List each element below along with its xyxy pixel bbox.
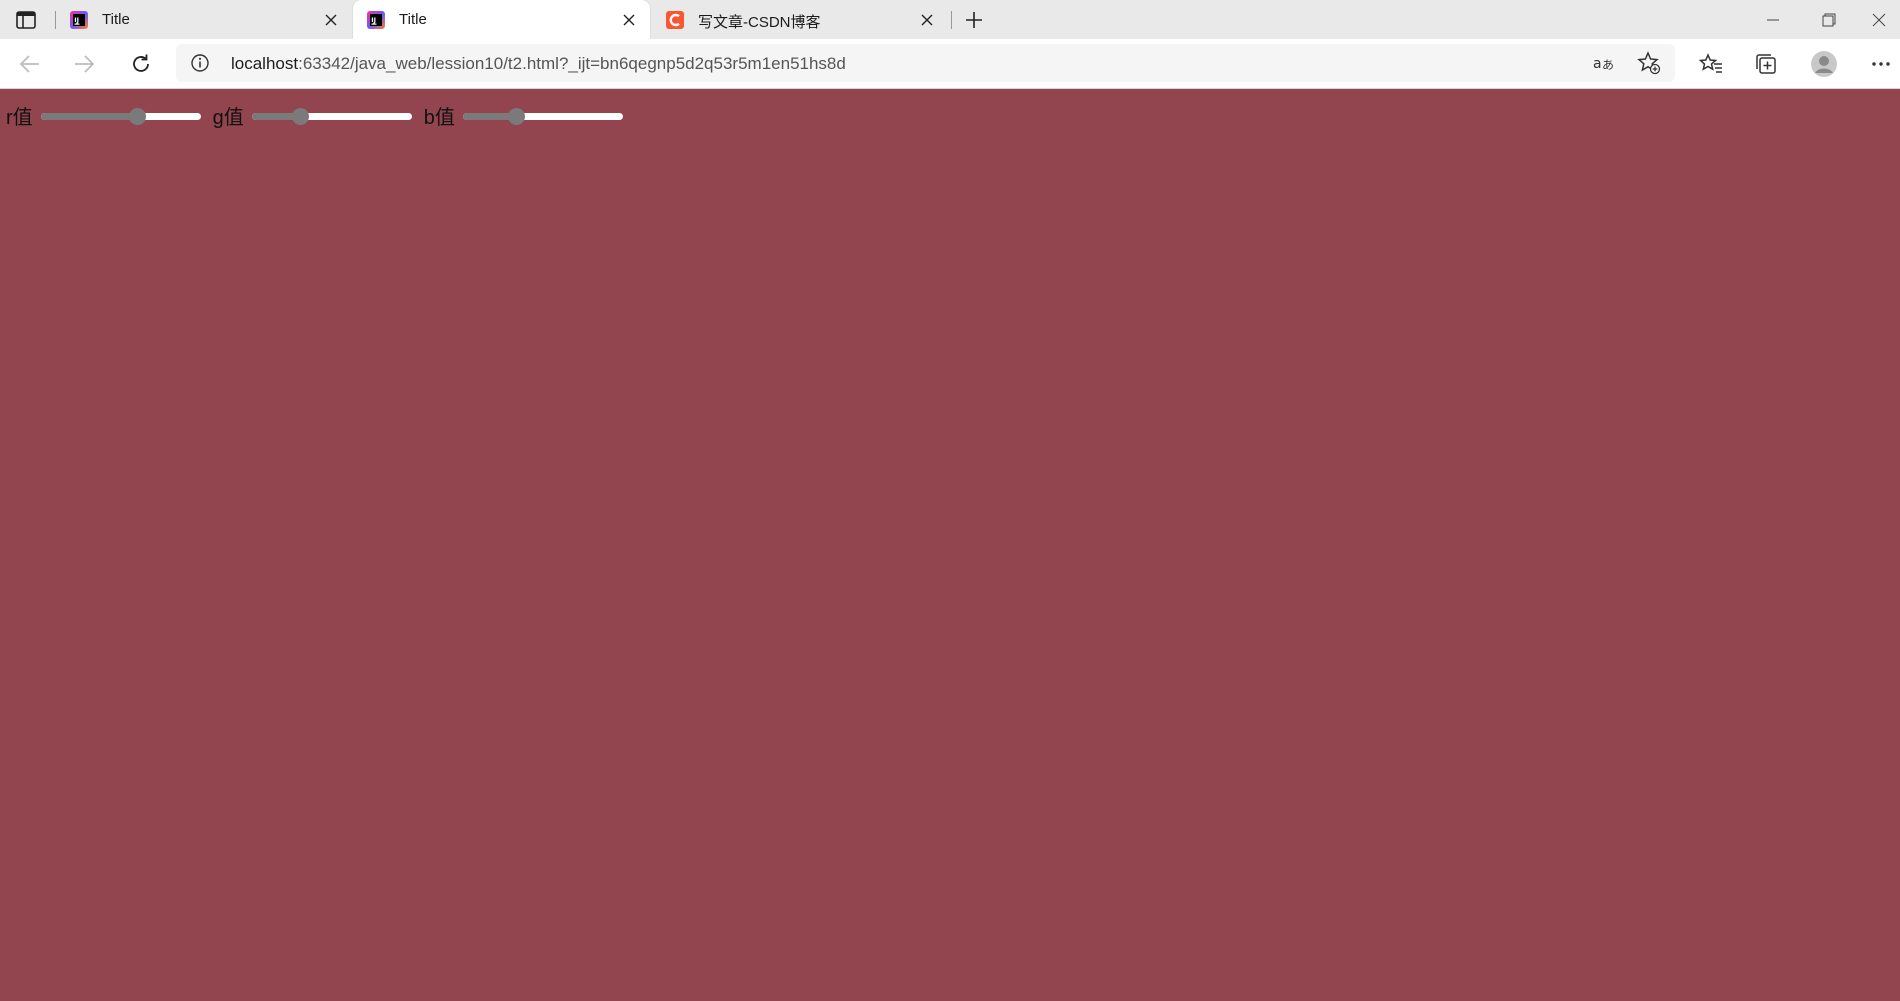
address-bar[interactable]: localhost:63342/java_web/lession10/t2.ht… [176, 44, 1675, 82]
collections-icon[interactable] [1751, 49, 1781, 79]
csdn-logo-icon [666, 11, 684, 29]
tab-strip: IJ Title IJ Title 写文章-CSDN博客 [0, 0, 1900, 39]
rgb-controls: r值 g值 b值 [6, 101, 635, 130]
g-slider[interactable] [251, 107, 412, 125]
b-label: b值 [423, 107, 455, 129]
add-favorite-icon[interactable] [1636, 51, 1662, 75]
url-path: :63342/java_web/lession10/t2.html?_ijt=b… [298, 54, 846, 73]
close-icon[interactable] [321, 10, 341, 30]
forward-arrow-icon[interactable] [69, 49, 99, 79]
site-info-icon[interactable] [190, 53, 210, 73]
b-slider[interactable] [462, 107, 623, 125]
slider-fill [40, 112, 137, 120]
tab-actions-menu-icon[interactable] [13, 9, 39, 31]
more-menu-icon[interactable] [1866, 49, 1896, 79]
profile-avatar-icon[interactable] [1809, 49, 1839, 79]
slider-thumb[interactable] [128, 107, 146, 125]
minimize-icon[interactable] [1745, 0, 1801, 39]
svg-text:あ: あ [1602, 58, 1614, 72]
favorites-icon[interactable] [1696, 49, 1726, 79]
tab-title-1[interactable]: IJ Title [56, 0, 352, 39]
tab-title-2[interactable]: IJ Title [353, 0, 650, 39]
jetbrains-icon: IJ [367, 11, 385, 29]
url-text[interactable]: localhost:63342/java_web/lession10/t2.ht… [231, 54, 846, 74]
r-label: r值 [6, 107, 33, 129]
jetbrains-icon: IJ [70, 11, 88, 29]
close-icon[interactable] [917, 10, 937, 30]
navigation-toolbar: localhost:63342/java_web/lession10/t2.ht… [0, 39, 1900, 89]
url-host: localhost [231, 54, 299, 73]
back-arrow-icon[interactable] [15, 49, 45, 79]
restore-icon[interactable] [1801, 0, 1857, 39]
browser-window: IJ Title IJ Title 写文章-CSDN博客 localhost:6… [0, 0, 1900, 1001]
svg-text:IJ: IJ [371, 16, 376, 24]
svg-text:IJ: IJ [74, 16, 79, 24]
svg-text:a: a [1593, 56, 1602, 72]
tab-csdn[interactable]: 写文章-CSDN博客 [652, 0, 948, 39]
slider-thumb[interactable] [291, 107, 309, 125]
tab-separator [951, 11, 952, 29]
slider-thumb[interactable] [507, 107, 525, 125]
r-slider[interactable] [40, 107, 201, 125]
g-label: g值 [212, 107, 244, 129]
tab-label: Title [399, 11, 427, 28]
read-aloud-translate-icon[interactable]: aあ [1592, 51, 1618, 75]
page-content: r值 g值 b值 [0, 89, 1900, 1001]
tab-label: Title [102, 11, 130, 28]
tab-label: 写文章-CSDN博客 [698, 14, 821, 31]
close-icon[interactable] [619, 10, 639, 30]
refresh-icon[interactable] [126, 49, 156, 79]
close-window-icon[interactable] [1857, 0, 1900, 39]
new-tab-plus-icon[interactable] [960, 8, 988, 32]
